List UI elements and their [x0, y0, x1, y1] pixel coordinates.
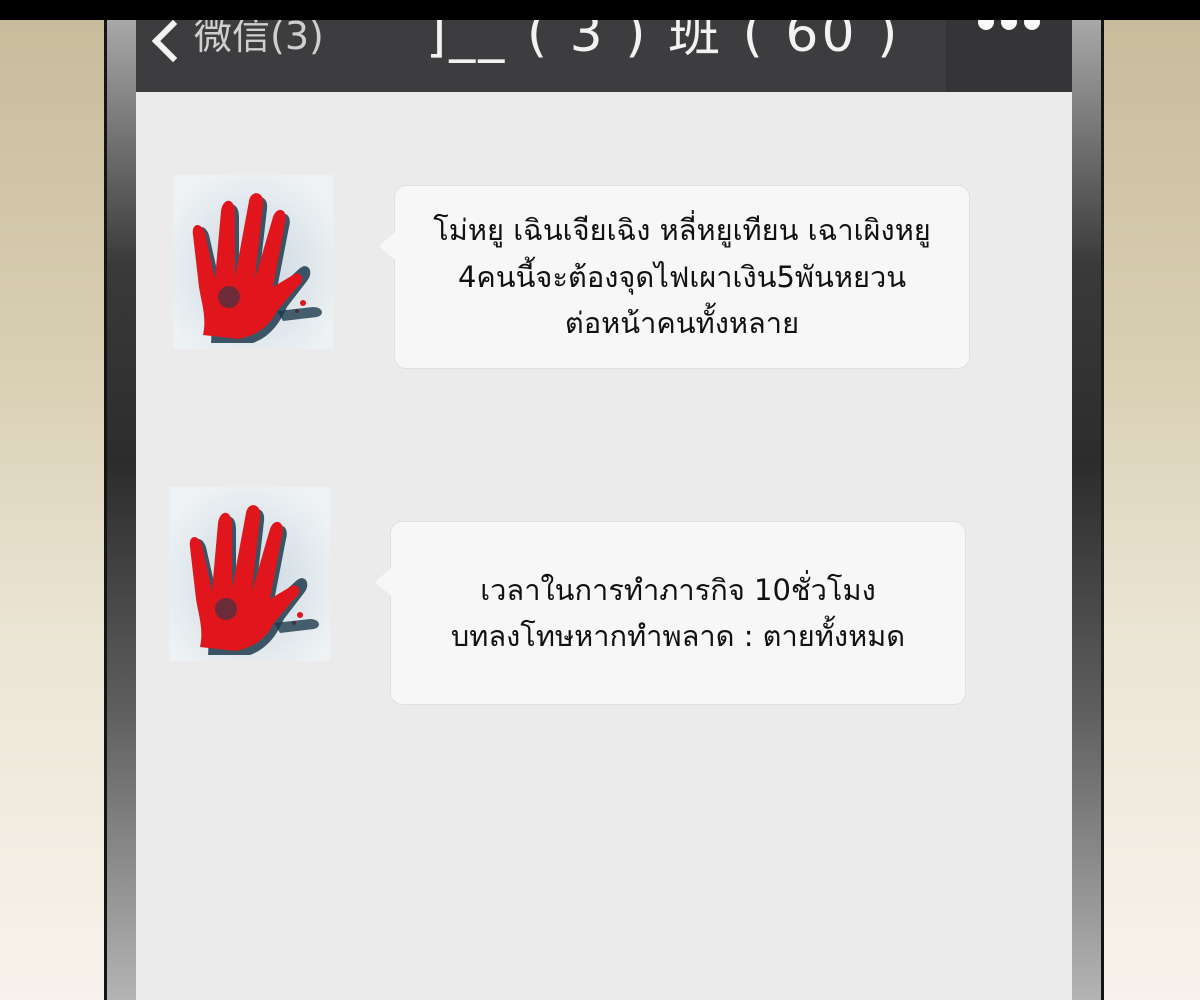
bloody-hand-icon: [173, 175, 333, 349]
chat-title: ]__ ( 3 ) 班 ( 60 ): [426, 20, 901, 64]
more-dots-icon: [978, 20, 994, 30]
more-dots-icon: [1024, 20, 1040, 30]
message-text-line: โม่หยู เฉินเจียเฉิง หลี่หยูเทียน เฉาเผิง…: [433, 213, 931, 248]
chat-header: 微信(3) ]__ ( 3 ) 班 ( 60 ): [136, 20, 1072, 92]
more-dots-icon: [1001, 20, 1017, 30]
bubble-tail: [375, 568, 391, 596]
bubble-tail: [379, 232, 395, 260]
message-text-line: บทลงโทษหากทำพลาด : ตายทั้งหมด: [450, 619, 906, 653]
sender-avatar[interactable]: [172, 175, 334, 349]
sender-avatar[interactable]: [169, 487, 331, 661]
message-text-line: ต่อหน้าคนทั้งหลาย: [564, 306, 800, 341]
message-text-line: 4คนนี้จะต้องจุดไฟเผาเงิน5พันหยวน: [457, 259, 907, 294]
message-text-line: เวลาในการทำภารกิจ 10ชั่วโมง: [480, 572, 876, 607]
back-label: 微信(3): [194, 20, 324, 58]
chevron-left-icon: [151, 20, 195, 63]
message-bubble[interactable]: โม่หยู เฉินเจียเฉิง หลี่หยูเทียน เฉาเผิง…: [379, 185, 970, 369]
more-button[interactable]: [946, 20, 1072, 92]
chat-screen: 微信(3) ]__ ( 3 ) 班 ( 60 ) โม่หยู เฉินเจีย…: [136, 20, 1072, 1000]
bloody-hand-icon: [170, 487, 330, 661]
back-button[interactable]: 微信(3): [151, 20, 324, 66]
message-bubble[interactable]: เวลาในการทำภารกิจ 10ชั่วโมง บทลงโทษหากทำ…: [375, 521, 966, 705]
top-black-bar: [0, 0, 1200, 20]
